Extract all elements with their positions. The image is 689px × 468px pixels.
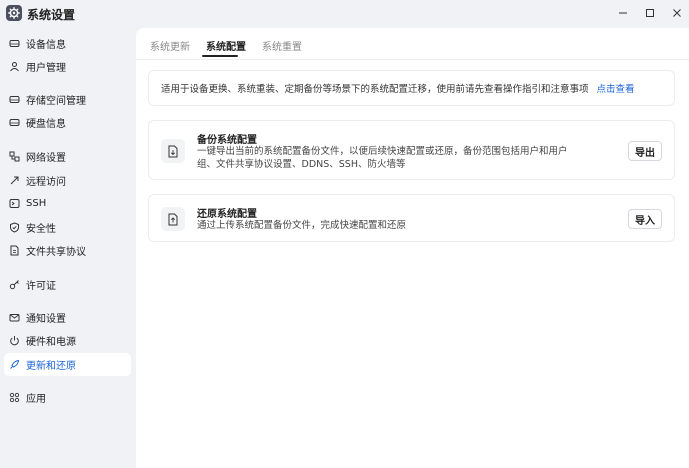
sidebar-item-label: 设备信息: [26, 40, 66, 51]
drive-icon: [8, 117, 20, 129]
sidebar-item-hardware-power[interactable]: 硬件和电源: [4, 329, 131, 352]
import-button[interactable]: 导入: [628, 209, 662, 229]
file-icon: [8, 245, 20, 257]
sidebar-item-label: 许可证: [26, 281, 56, 292]
sidebar-item-file-sharing[interactable]: 文件共享协议: [4, 239, 131, 262]
tab-bar: 系统更新 系统配置 系统重置: [136, 28, 689, 60]
sidebar-item-label: 存储空间管理: [26, 96, 86, 107]
tab-system-config[interactable]: 系统配置: [206, 38, 246, 53]
sidebar-item-update-restore[interactable]: 更新和还原: [4, 353, 131, 376]
notice-banner: 适用于设备更换、系统重装、定期备份等场景下的系统配置迁移，使用前请先查看操作指引…: [148, 70, 675, 106]
sidebar-item-label: SSH: [26, 198, 47, 209]
key-icon: [8, 279, 20, 291]
sidebar-item-storage-management[interactable]: 存储空间管理: [4, 88, 131, 111]
sidebar-item-label: 通知设置: [26, 314, 66, 325]
tab-system-reset[interactable]: 系统重置: [262, 38, 302, 53]
file-download-icon: [161, 139, 185, 163]
sidebar-item-label: 网络设置: [26, 153, 66, 164]
restore-title: 还原系统配置: [197, 209, 257, 220]
restore-description: 通过上传系统配置备份文件，完成快速配置和还原: [197, 220, 407, 231]
power-icon: [8, 335, 20, 347]
sidebar-item-label: 安全性: [26, 224, 56, 235]
export-button[interactable]: 导出: [628, 141, 662, 161]
sidebar-item-apps[interactable]: 应用: [4, 386, 131, 409]
sidebar-item-label: 远程访问: [26, 177, 66, 188]
restore-card: 还原系统配置 通过上传系统配置备份文件，完成快速配置和还原 导入: [148, 194, 675, 242]
sidebar-item-label: 用户管理: [26, 63, 66, 74]
sidebar-item-label: 文件共享协议: [26, 247, 86, 258]
minimize-icon: [619, 12, 627, 14]
notice-link[interactable]: 点击查看: [597, 81, 635, 95]
notice-text: 适用于设备更换、系统重装、定期备份等场景下的系统配置迁移，使用前请先查看操作指引…: [161, 84, 589, 95]
sidebar-item-license[interactable]: 许可证: [4, 273, 131, 296]
gear-icon: [6, 5, 22, 21]
sidebar-item-ssh[interactable]: SSH: [4, 192, 131, 215]
apps-icon: [8, 392, 20, 404]
sidebar-item-remote-access[interactable]: 远程访问: [4, 169, 131, 192]
title-bar: 系统设置: [0, 0, 689, 28]
app-title: 系统设置: [27, 8, 76, 22]
rocket-icon: [8, 359, 20, 371]
backup-description: 一键导出当前的系统配置备份文件，以便后续快速配置或还原，备份范围包括用户和用户组…: [197, 146, 568, 170]
sidebar-item-label: 应用: [26, 394, 46, 405]
sidebar: 设备信息 用户管理 存储空间管理 硬盘信息 网络设置 远程访问 SSH 安全性 …: [0, 28, 136, 468]
backup-title: 备份系统配置: [197, 135, 257, 146]
sidebar-item-security[interactable]: 安全性: [4, 216, 131, 239]
sidebar-item-disk-info[interactable]: 硬盘信息: [4, 111, 131, 134]
sidebar-item-label: 硬盘信息: [26, 119, 66, 130]
main-panel: 系统更新 系统配置 系统重置 适用于设备更换、系统重装、定期备份等场景下的系统配…: [136, 28, 689, 468]
drive-icon: [8, 94, 20, 106]
file-upload-icon: [161, 207, 185, 231]
close-icon: [673, 9, 681, 17]
network-icon: [8, 151, 20, 163]
sidebar-item-device-info[interactable]: 设备信息: [4, 32, 131, 55]
shield-icon: [8, 222, 20, 234]
mail-icon: [8, 312, 20, 324]
sidebar-item-network[interactable]: 网络设置: [4, 145, 131, 168]
sidebar-item-label: 更新和还原: [26, 361, 76, 372]
maximize-button[interactable]: [639, 3, 661, 23]
remote-icon: [8, 175, 20, 187]
backup-card: 备份系统配置 一键导出当前的系统配置备份文件，以便后续快速配置或还原，备份范围包…: [148, 120, 675, 180]
maximize-icon: [646, 9, 654, 17]
minimize-button[interactable]: [612, 3, 634, 23]
sidebar-item-user-management[interactable]: 用户管理: [4, 55, 131, 78]
user-icon: [8, 61, 20, 73]
active-tab-indicator: [202, 55, 238, 57]
sidebar-item-label: 硬件和电源: [26, 337, 76, 348]
close-button[interactable]: [666, 3, 688, 23]
drive-icon: [8, 38, 20, 50]
tab-divider: [136, 59, 689, 60]
sidebar-item-notifications[interactable]: 通知设置: [4, 306, 131, 329]
tab-system-update[interactable]: 系统更新: [150, 38, 190, 53]
terminal-icon: [8, 198, 20, 210]
